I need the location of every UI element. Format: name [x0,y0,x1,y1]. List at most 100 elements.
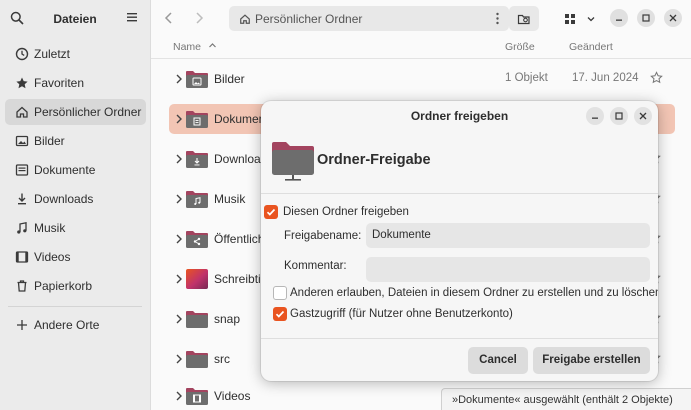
plus-icon [15,318,29,332]
allow-others-label: Anderen erlauben, Dateien in diesem Ordn… [290,287,658,299]
chevron-right-icon [176,391,182,401]
sidebar-item-label: Favoriten [34,76,85,90]
share-name-field[interactable]: Dokumente [366,223,650,248]
sidebar-divider [8,306,142,307]
path-bar[interactable]: Persönlicher Ordner [229,6,509,31]
document-icon [15,163,29,177]
file-row-bilder[interactable]: Bilder 1 Objekt 17. Jun 2024 [169,64,675,94]
close-icon [669,14,677,22]
guest-access-checkbox[interactable] [273,307,287,321]
music-icon [15,221,29,235]
maximize-button[interactable] [637,9,655,27]
chevron-right-icon [196,12,204,24]
back-button[interactable] [161,10,177,26]
folder-image-icon [186,71,208,88]
guest-access-label: Gastzugriff (für Nutzer ohne Benutzerkon… [290,308,513,320]
sidebar-item-label: Zuletzt [34,47,71,61]
share-folder-dialog: Ordner freigeben Ordner-Freigabe Diesen … [261,101,658,381]
video-icon [15,250,29,264]
dialog-close-button[interactable] [634,107,652,125]
dialog-minimize-button[interactable] [586,107,604,125]
view-options-button[interactable] [557,6,603,31]
chevron-right-icon [176,194,182,204]
sidebar-item-label: Downloads [34,192,94,206]
create-share-button[interactable]: Freigabe erstellen [533,347,650,374]
sidebar-item-downloads[interactable]: Downloads [5,186,146,212]
dialog-heading: Ordner-Freigabe [317,152,431,168]
chevron-left-icon [164,12,172,24]
dialog-divider [261,338,658,339]
allow-others-checkbox[interactable] [273,286,287,300]
close-button[interactable] [664,9,682,27]
sidebar-item-label: Andere Orte [34,318,100,332]
dialog-maximize-button[interactable] [610,107,628,125]
file-size: 1 Objekt [505,72,548,84]
comment-label: Kommentar: [284,260,347,272]
folder-document-icon [186,111,208,128]
sidebar-item-zuletzt[interactable]: Zuletzt [5,41,146,67]
sidebar-item-persoenlicher-ordner[interactable]: Persönlicher Ordner [5,99,146,125]
sidebar-item-favoriten[interactable]: Favoriten [5,70,146,96]
file-modified: 17. Jun 2024 [572,72,639,84]
minimize-icon [592,117,598,119]
sidebar-item-papierkorb[interactable]: Papierkorb [5,273,146,299]
cancel-button[interactable]: Cancel [468,347,528,374]
folder-video-icon [186,388,208,405]
share-folder-label: Diesen Ordner freigeben [283,206,409,218]
search-folder-button[interactable] [509,6,539,31]
folder-icon [186,311,208,328]
check-icon [275,310,285,318]
status-bar: »Dokumente« ausgewählt (enthält 2 Objekt… [441,388,691,410]
dialog-divider [261,193,658,194]
folder-search-icon [517,14,530,24]
folder-share-network-icon [272,142,314,181]
close-icon [639,112,647,120]
sort-up-icon [209,43,216,48]
file-name: Musik [214,192,246,206]
minimize-icon [616,19,622,21]
folder-music-icon [186,191,208,208]
file-name: Bilder [214,72,245,86]
chevron-right-icon [176,234,182,244]
sidebar-item-musik[interactable]: Musik [5,215,146,241]
star-icon[interactable] [650,71,663,84]
trash-icon [15,279,29,293]
sidebar: Dateien Zuletzt Favoriten Persönlicher O… [0,0,151,410]
grid-view-icon [565,13,575,24]
image-icon [15,134,29,148]
minimize-button[interactable] [610,9,628,27]
chevron-right-icon [176,154,182,164]
forward-button[interactable] [191,10,207,26]
star-icon [15,76,29,90]
sidebar-item-label: Dokumente [34,163,96,177]
toolbar: Persönlicher Ordner [151,0,691,37]
comment-field[interactable] [366,257,650,282]
check-icon [266,208,276,216]
sidebar-header: Dateien [0,0,150,37]
hamburger-menu-icon[interactable] [126,11,138,23]
sidebar-item-dokumente[interactable]: Dokumente [5,157,146,183]
maximize-icon [642,14,650,22]
chevron-right-icon [176,114,182,124]
column-name-header[interactable]: Name [173,41,217,53]
share-folder-checkbox[interactable] [264,205,278,219]
column-size-header[interactable]: Größe [505,41,535,53]
share-name-label: Freigabename: [284,230,362,242]
folder-download-icon [186,151,208,168]
file-name: Videos [214,389,251,403]
maximize-icon [615,112,623,120]
sidebar-item-label: Persönlicher Ordner [34,105,142,119]
clock-icon [15,47,29,61]
file-name: Öffentlich [214,232,265,246]
column-modified-header[interactable]: Geändert [569,41,613,53]
sidebar-item-label: Papierkorb [34,279,93,293]
sidebar-item-videos[interactable]: Videos [5,244,146,270]
sidebar-item-andere-orte[interactable]: Andere Orte [5,312,146,338]
chevron-right-icon [176,354,182,364]
sidebar-item-label: Musik [34,221,66,235]
home-icon [15,105,29,119]
path-menu-icon[interactable] [496,12,499,25]
chevron-right-icon [176,274,182,284]
path-label: Persönlicher Ordner [255,11,363,26]
sidebar-item-bilder[interactable]: Bilder [5,128,146,154]
